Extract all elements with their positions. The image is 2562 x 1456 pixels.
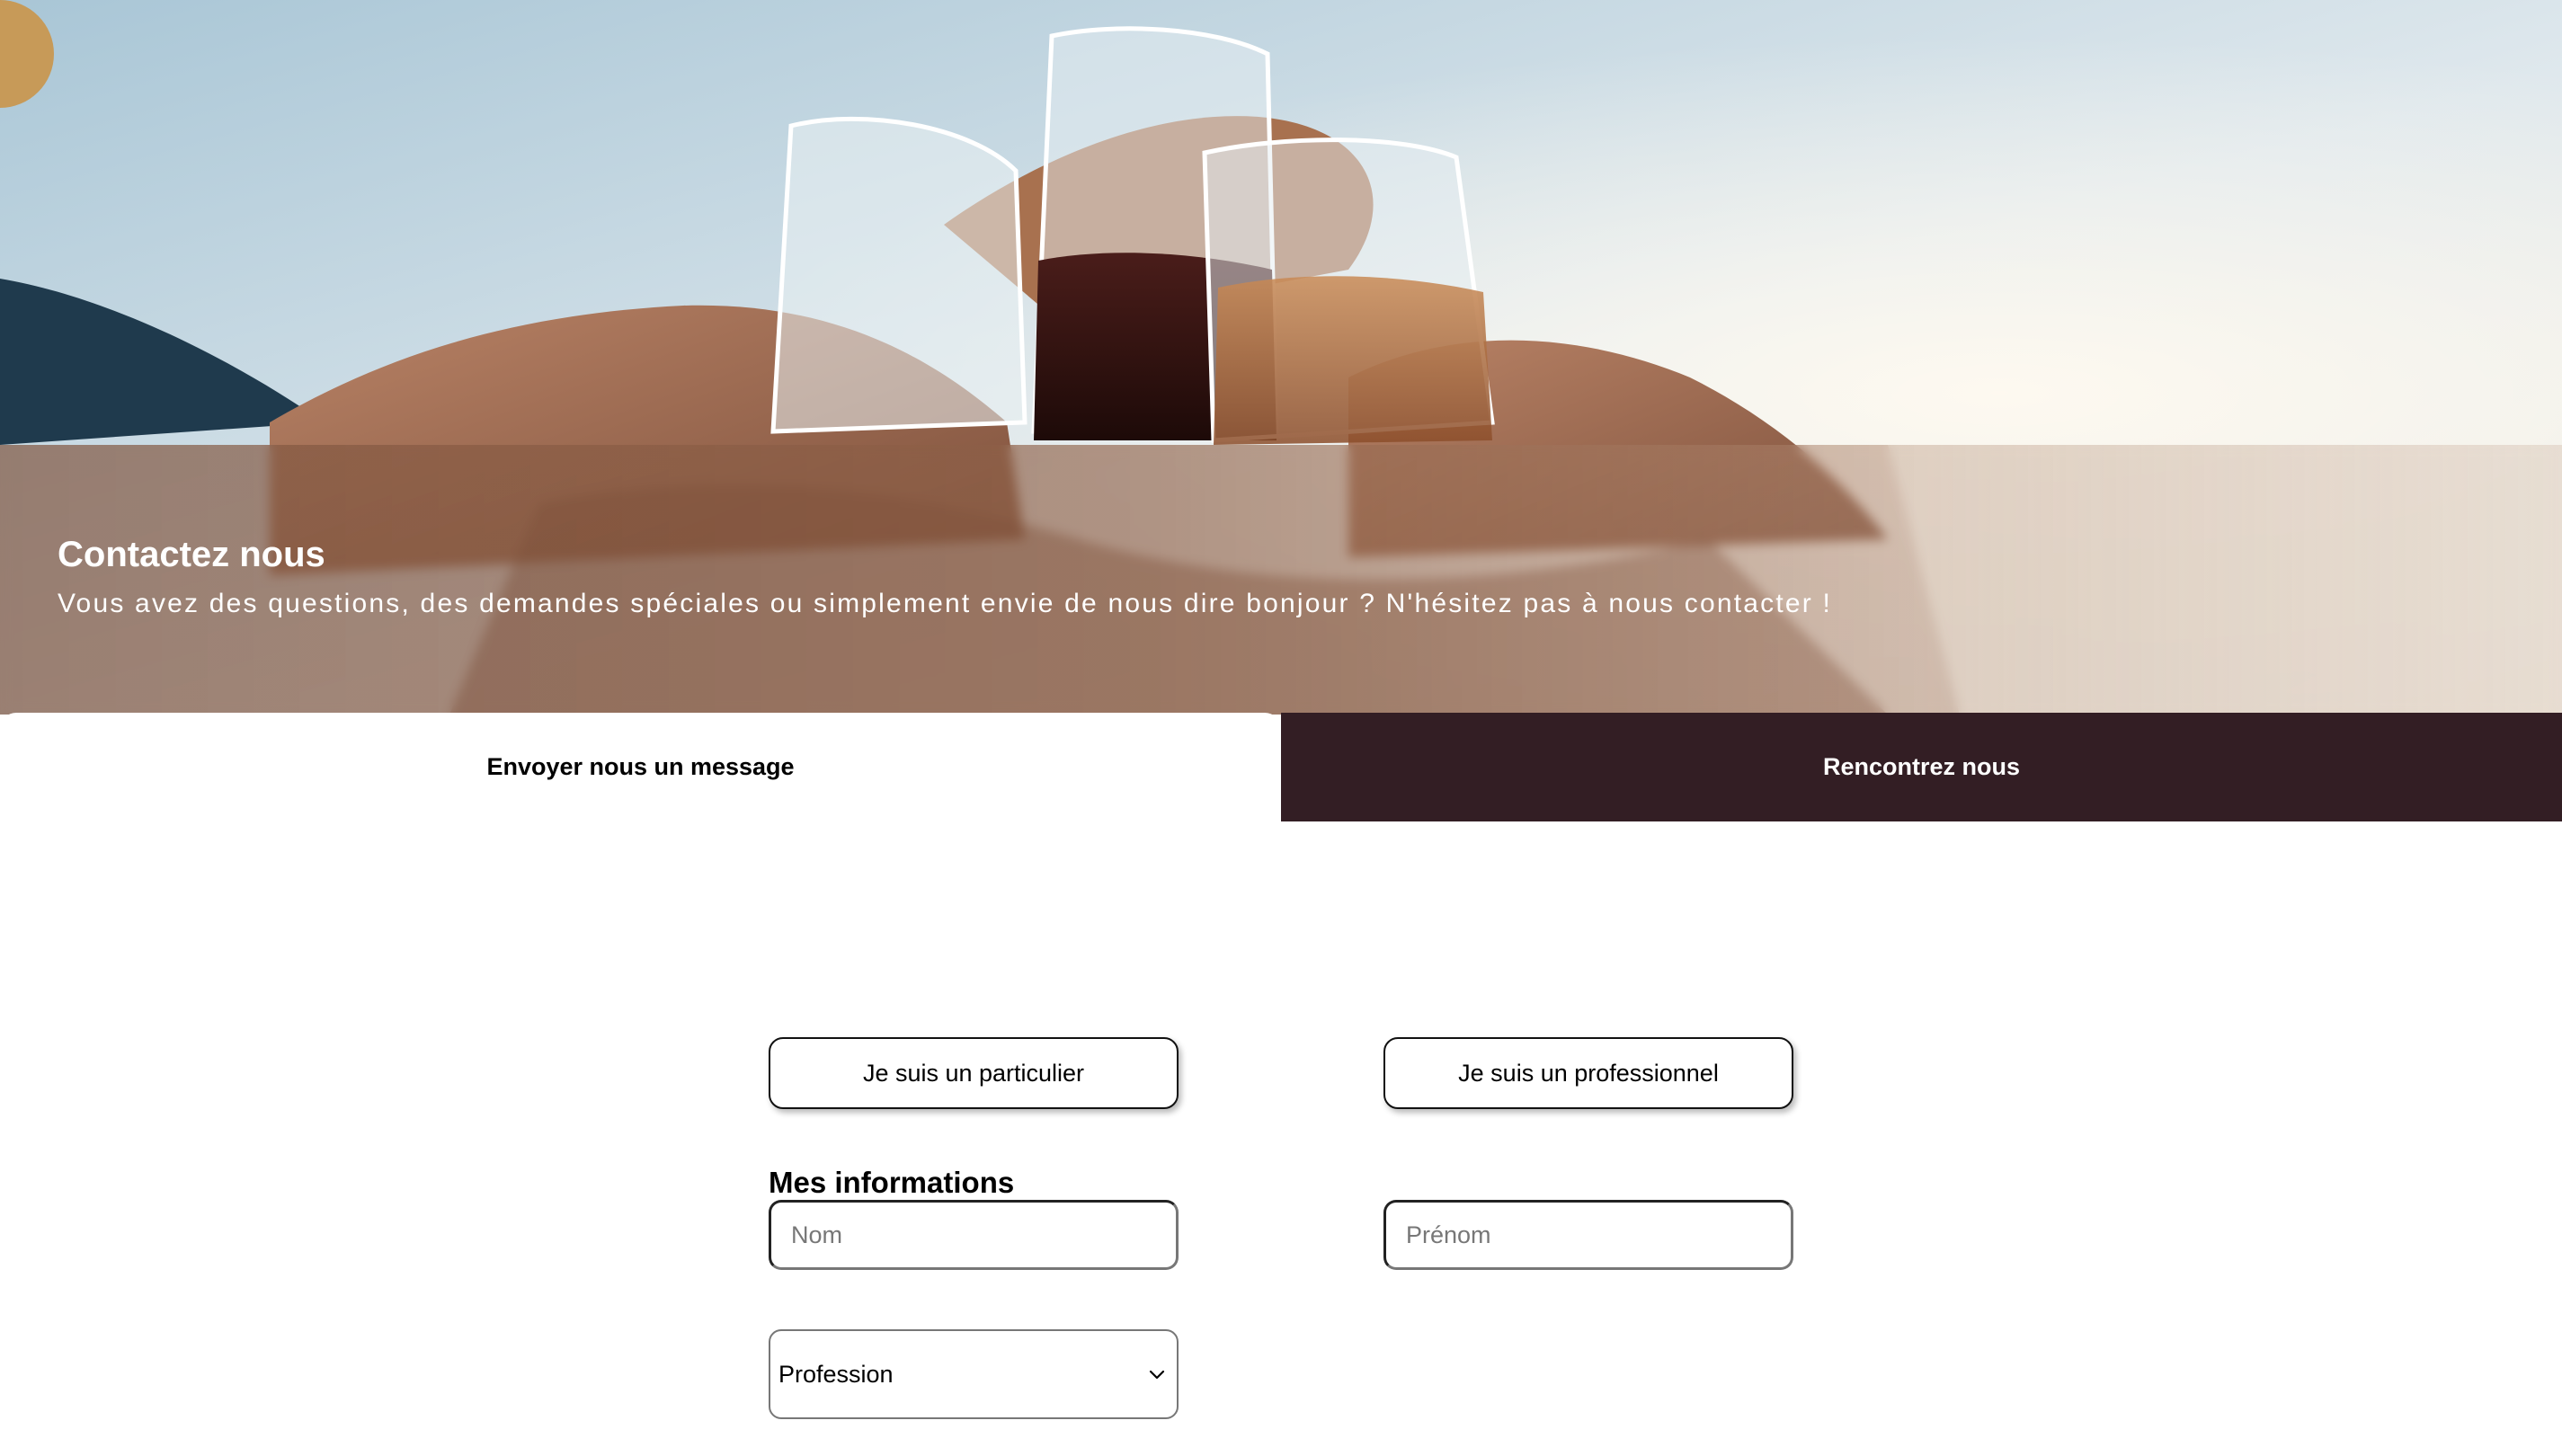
profession-select[interactable]: Profession [769, 1329, 1179, 1419]
contact-tabs: Envoyer nous un message Rencontrez nous [0, 713, 2562, 821]
hero-banner: Contactez nous Vous avez des questions, … [0, 0, 2562, 715]
hero-overlay [0, 445, 2562, 715]
tab-meet-us[interactable]: Rencontrez nous [1281, 713, 2562, 821]
page-subtitle: Vous avez des questions, des demandes sp… [58, 589, 1833, 618]
page-title: Contactez nous [58, 535, 325, 574]
chevron-down-icon [1149, 1370, 1165, 1380]
particulier-button[interactable]: Je suis un particulier [769, 1037, 1179, 1109]
prenom-input[interactable] [1383, 1200, 1793, 1270]
tab-send-message[interactable]: Envoyer nous un message [0, 713, 1281, 821]
profession-select-value: Profession [778, 1360, 894, 1388]
section-title-mes-informations: Mes informations [769, 1166, 1015, 1199]
nom-input[interactable] [769, 1200, 1179, 1270]
professionnel-button[interactable]: Je suis un professionnel [1383, 1037, 1793, 1109]
